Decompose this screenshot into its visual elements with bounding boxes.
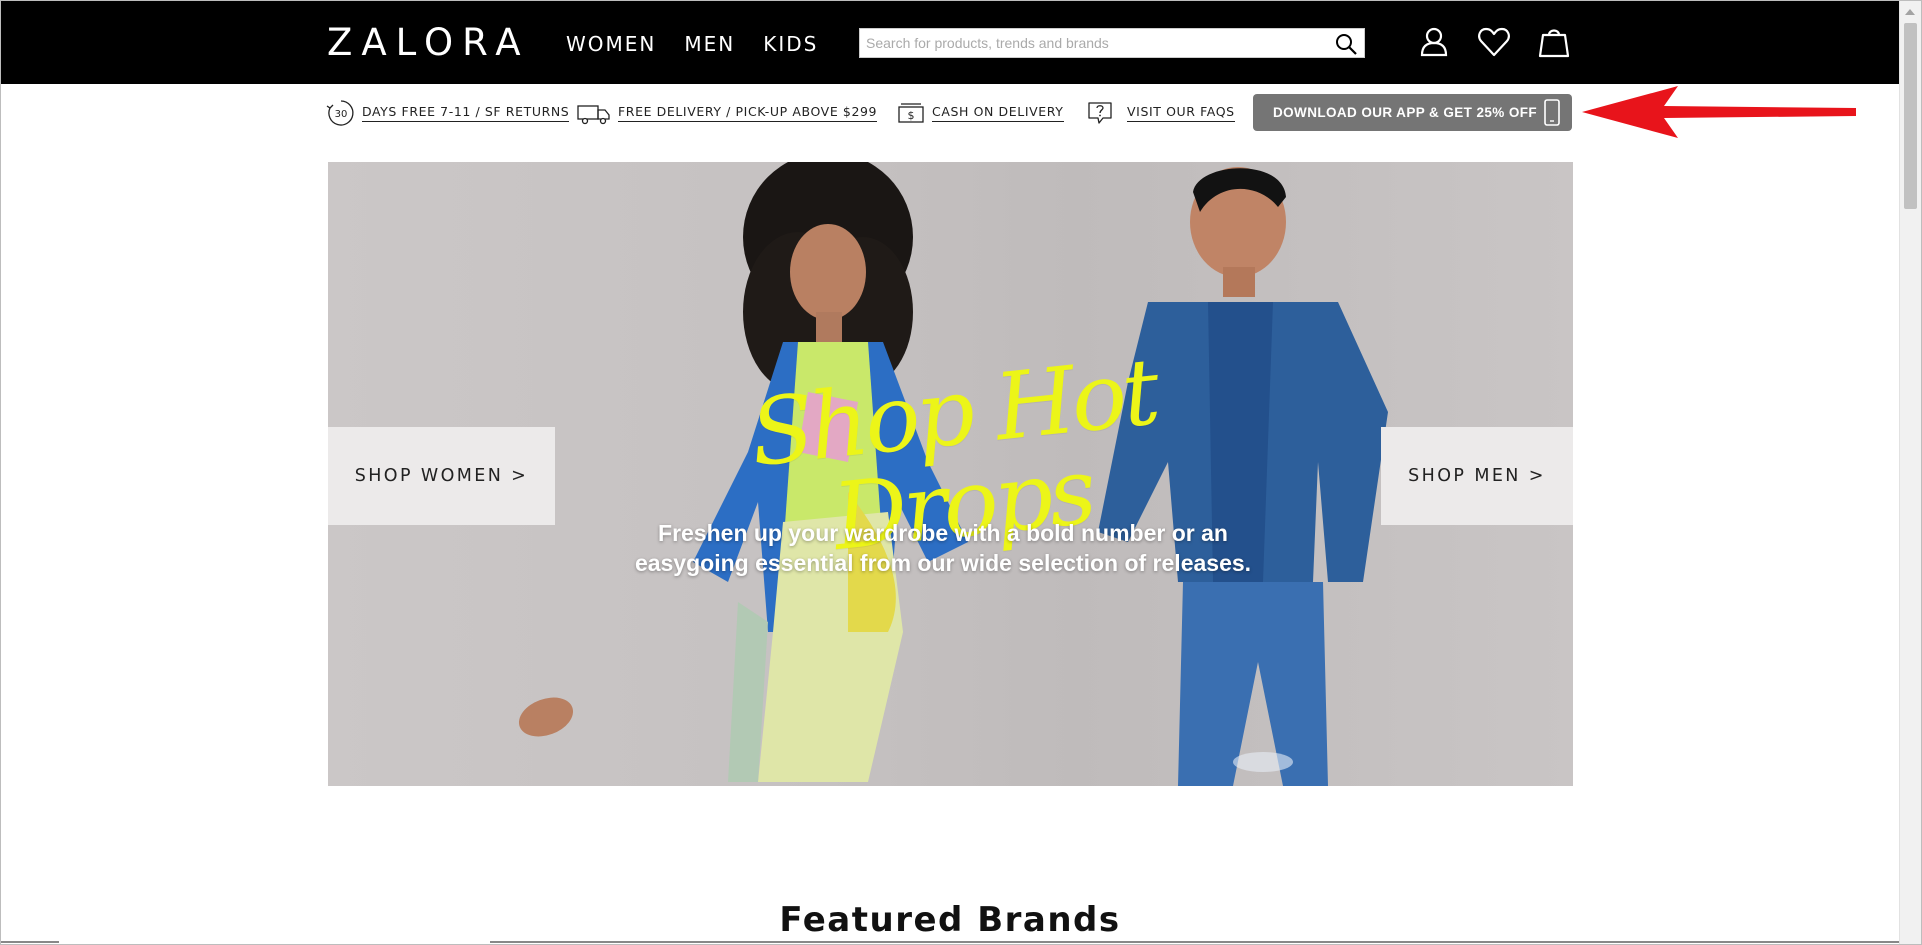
wishlist-heart-icon[interactable] [1477,25,1511,59]
download-app-label: DOWNLOAD OUR APP & GET 25% OFF [1273,105,1538,120]
featured-brands-heading: Featured Brands [779,900,1121,940]
bottom-divider [1,941,59,943]
hero-subtitle-line-1: Freshen up your wardrobe with a bold num… [658,520,1228,546]
bottom-divider-right [490,941,1899,943]
returns-30-label: 30 [335,109,348,120]
hero-banner[interactable]: Shop Hot Drops Freshen up your wardrobe … [328,162,1573,786]
hero-subtitle-line-2: easygoing essential from our wide select… [634,550,1252,576]
shopping-bag-icon[interactable] [1537,25,1571,59]
zalora-logo[interactable]: ZALORA [327,23,530,63]
nav-men[interactable]: MEN [684,34,735,54]
usp-cod-label: CASH ON DELIVERY [932,104,1064,122]
scroll-up-arrow-icon[interactable] [1905,9,1915,15]
usp-cod[interactable]: $ CASH ON DELIVERY [896,96,1064,130]
usp-returns[interactable]: 30 DAYS FREE 7-11 / SF RETURNS [326,96,570,130]
nav-women[interactable]: WOMEN [566,34,656,54]
usp-faqs[interactable]: VISIT OUR FAQS [1085,96,1235,130]
search-box [859,28,1365,58]
account-icon[interactable] [1417,25,1451,59]
returns-30-days-icon: 30 [326,100,354,126]
cash-symbol-label: $ [908,109,915,122]
faq-question-icon [1088,102,1112,124]
mobile-phone-icon [1544,99,1560,126]
search-icon[interactable] [1334,32,1358,56]
usp-delivery-label: FREE DELIVERY / PICK-UP ABOVE $299 [618,104,878,122]
nav-kids[interactable]: KIDS [763,34,818,54]
annotation-red-arrow [1582,86,1856,138]
main-nav: WOMEN MEN KIDS [566,34,846,54]
usp-faqs-label: VISIT OUR FAQS [1127,104,1235,122]
usp-returns-label: DAYS FREE 7-11 / SF RETURNS [362,104,570,122]
vertical-scrollbar[interactable] [1899,1,1921,944]
search-input[interactable] [860,29,1332,57]
site-header: ZALORA WOMEN MEN KIDS [1,1,1899,84]
usp-delivery[interactable]: FREE DELIVERY / PICK-UP ABOVE $299 [576,96,878,130]
download-app-button[interactable]: DOWNLOAD OUR APP & GET 25% OFF [1253,94,1572,131]
shop-women-button[interactable]: SHOP WOMEN > [328,427,555,525]
hero-subtitle: Freshen up your wardrobe with a bold num… [613,518,1273,578]
scrollbar-thumb[interactable] [1904,23,1917,209]
delivery-truck-icon [577,105,610,125]
cash-icon: $ [898,103,924,123]
shop-men-button[interactable]: SHOP MEN > [1381,427,1573,525]
